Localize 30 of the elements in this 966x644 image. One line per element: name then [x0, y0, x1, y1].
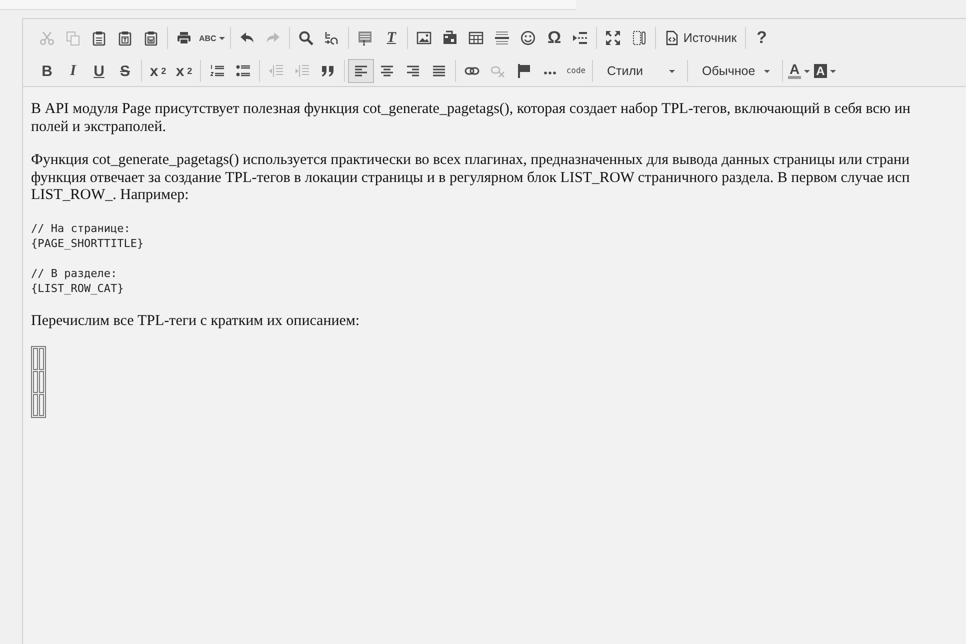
caret-icon: [830, 70, 836, 72]
code-line: {PAGE_SHORTTITLE}: [31, 236, 145, 250]
caret-icon: [764, 70, 770, 72]
spellcheck-button[interactable]: ABC: [197, 26, 228, 50]
toolbar-button[interactable]: Ω: [541, 26, 568, 50]
dropdown[interactable]: Обычное: [691, 59, 779, 83]
code-line: // На странице:: [31, 220, 132, 236]
bold-button[interactable]: B: [34, 59, 60, 83]
strike-button[interactable]: S: [112, 59, 138, 83]
code-snippet-button[interactable]: code: [563, 59, 589, 83]
toolbar-button[interactable]: ?: [748, 26, 775, 50]
caret-icon: [804, 70, 810, 72]
background-color-button[interactable]: A: [812, 59, 838, 83]
paragraph: Перечислим все TPL-теги с кратким их описанием:: [31, 312, 361, 330]
script-button[interactable]: x$^{2}$: [171, 59, 197, 83]
paragraph: В API модуля Page присутствует полезная функция cot_generate_pagetags(), которая создает набор TPL-тегов, включающий в себя всю ин полей и экстраполей.: [31, 101, 912, 136]
code-line: {LIST_ROW_CAT}: [31, 280, 125, 296]
caret-icon: [219, 36, 226, 40]
document-icon: [664, 30, 680, 46]
paragraph: Функция cot_generate_pagetags() используется практически во всех плагинах, предназначенных для вывода данных страницы или страни функция отвечает за создание TPL-тегов в локации страницы и в регулярном блок LIST_ROW страничного раздела. В первом случае исп LIST_ROW_. Например:: [31, 152, 911, 204]
align-left-icon[interactable]: [348, 59, 374, 83]
caret-icon: [669, 70, 675, 72]
code-line: // В разделе:: [31, 266, 118, 280]
dropdown[interactable]: Стили: [596, 59, 684, 83]
text-color-button[interactable]: A: [786, 59, 812, 83]
italic-button[interactable]: I: [60, 59, 86, 83]
source-button[interactable]: Источник: [659, 26, 742, 50]
empty-table-drawing: [31, 346, 46, 418]
remove-format-button[interactable]: T: [378, 26, 404, 50]
underline-button[interactable]: U: [86, 59, 112, 83]
